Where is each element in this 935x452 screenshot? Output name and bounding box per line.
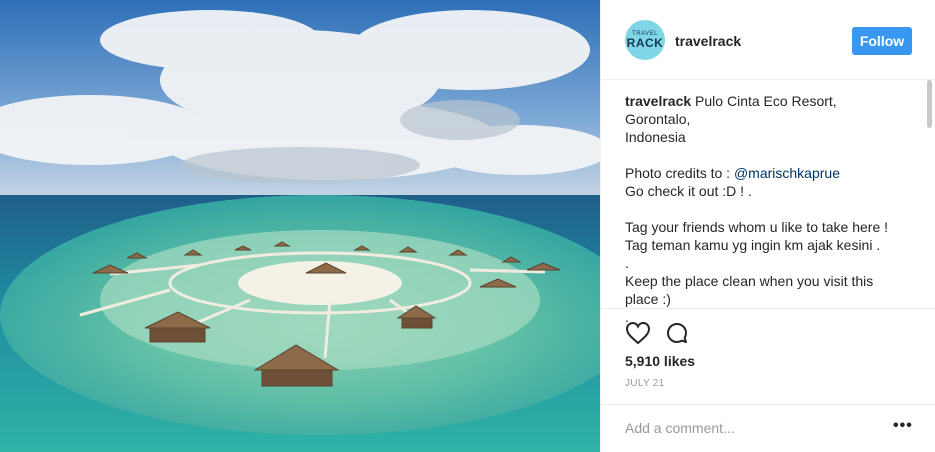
comment-bar: ••• [601,404,935,452]
post-modal: TRAVEL RACK travelrack Follow travelrack… [0,0,935,452]
caption-line: Tag teman kamu yg ingin km ajak kesini . [625,237,881,253]
heart-icon[interactable] [625,321,651,345]
comment-icon[interactable] [665,321,689,345]
caption-text: Photo credits to : [625,165,734,181]
caption-username[interactable]: travelrack [625,93,691,109]
caption-line: Indonesia [625,129,686,145]
caption-line [625,146,905,164]
comment-input[interactable] [625,417,885,439]
caption-line [625,200,905,218]
post-date: JULY 21 [625,378,665,389]
avatar-label-main: RACK [626,36,664,50]
caption-line: Photo credits to : @marischkaprue [625,164,905,182]
mention-link[interactable]: @marischkaprue [734,165,840,181]
likes-count[interactable]: 5,910 likes [625,353,695,369]
caption-line: Keep the place clean when you visit this [625,273,874,289]
resort-aerial-image [0,0,600,452]
caption-scrollbar[interactable] [927,80,932,128]
avatar[interactable]: TRAVEL RACK [625,20,665,60]
caption-line: Tag your friends whom u like to take her… [625,219,889,235]
caption-line: Go check it out :D ! . [625,183,752,199]
caption-line: travelrack Pulo Cinta Eco Resort, Goront… [625,92,905,128]
post-side-panel: TRAVEL RACK travelrack Follow travelrack… [600,0,935,452]
post-header: TRAVEL RACK travelrack Follow [601,0,935,80]
post-photo[interactable] [0,0,600,452]
caption: travelrack Pulo Cinta Eco Resort, Goront… [625,92,905,326]
more-options-icon[interactable]: ••• [893,417,913,435]
caption-line: . [625,255,629,271]
action-bar [601,308,935,345]
username-link[interactable]: travelrack [675,33,741,49]
caption-line: place :) [625,291,671,307]
follow-button[interactable]: Follow [852,27,912,55]
